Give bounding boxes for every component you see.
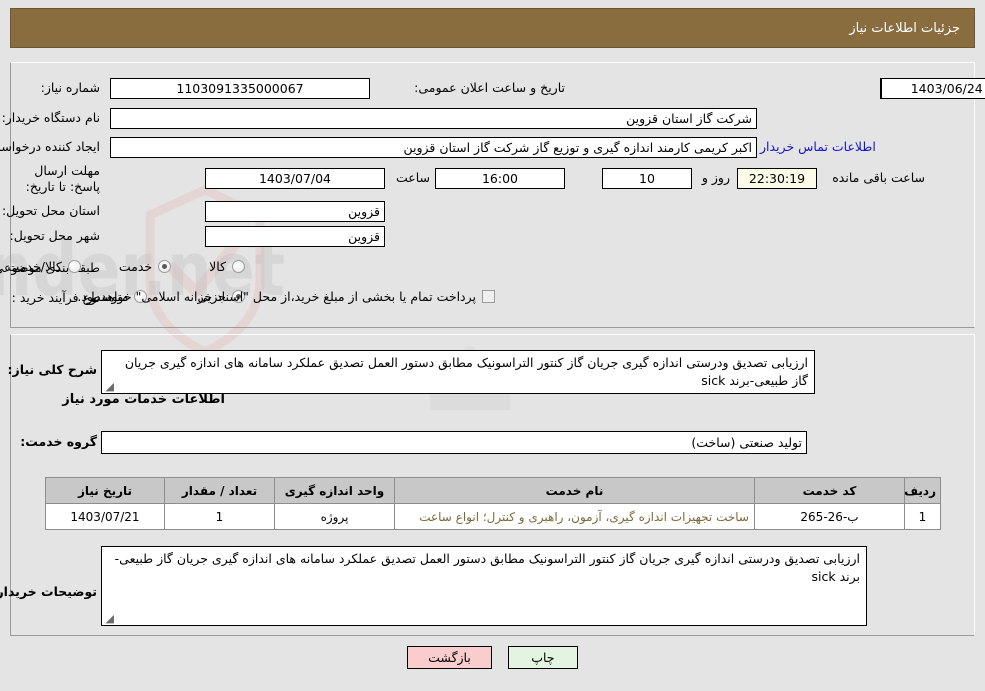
need-summary-value: ارزیابی تصدیق ودرستی اندازه گیری جریان گ…: [124, 355, 808, 388]
th-unit: واحد اندازه گیری: [274, 477, 395, 504]
services-table: ردیف کد خدمت نام خدمت واحد اندازه گیری ت…: [45, 477, 941, 530]
creator-label: ایجاد کننده درخواست:: [0, 139, 100, 154]
th-need-date: تاریخ نیاز: [45, 477, 165, 504]
countdown-field: 22:30:19: [737, 168, 817, 189]
print-button[interactable]: چاپ: [507, 646, 578, 669]
need-summary-label: شرح کلی نیاز:: [7, 362, 97, 377]
buyer-contact-link[interactable]: اطلاعات تماس خریدار: [760, 139, 876, 154]
buyer-notes-text[interactable]: ارزیابی تصدیق ودرستی اندازه گیری جریان گ…: [101, 546, 867, 626]
category-option-label: کالا/خدمت: [7, 259, 62, 274]
need-number-field[interactable]: 1103091335000067: [110, 78, 370, 99]
th-service-code: کد خدمت: [754, 477, 905, 504]
table-row[interactable]: 1 ب-26-265 ساخت تجهیزات اندازه گیری، آزم…: [45, 503, 941, 530]
treasury-bond-label: پرداخت تمام یا بخشی از مبلغ خرید،از محل …: [77, 289, 476, 304]
city-field[interactable]: قزوین: [205, 226, 385, 247]
buyer-notes-label: توضیحات خریدار:: [0, 584, 97, 599]
cell-row-no: 1: [904, 503, 941, 530]
need-summary-text[interactable]: ارزیابی تصدیق ودرستی اندازه گیری جریان گ…: [101, 350, 815, 394]
remaining-days-field[interactable]: 10: [602, 168, 692, 189]
cell-service-code: ب-26-265: [754, 503, 905, 530]
cell-unit: پروژه: [274, 503, 395, 530]
th-service-name: نام خدمت: [394, 477, 755, 504]
deadline-time-field[interactable]: 16:00: [435, 168, 565, 189]
category-option-label: خدمت: [118, 259, 153, 274]
buyer-notes-value: ارزیابی تصدیق ودرستی اندازه گیری جریان گ…: [114, 551, 860, 584]
radio-icon[interactable]: [158, 260, 172, 273]
need-details-page: AriaTender.net جزئیات اطلاعات نیاز شماره…: [0, 0, 985, 691]
creator-field[interactable]: اکبر کریمی کارمند اندازه گیری و توزیع گا…: [110, 137, 757, 158]
checkbox-icon[interactable]: [482, 290, 495, 303]
page-title-bar: جزئیات اطلاعات نیاز: [10, 8, 975, 48]
announce-datetime-label: تاریخ و ساعت اعلان عمومی:: [414, 80, 565, 95]
radio-icon[interactable]: [67, 260, 81, 273]
need-number-label: شماره نیاز:: [40, 80, 100, 95]
page-title: جزئیات اطلاعات نیاز: [849, 20, 960, 36]
announce-datetime-value[interactable]: 16:21 - 1403/06/24: [881, 78, 985, 99]
th-row-no: ردیف: [904, 477, 941, 504]
category-option-kala-khedmat[interactable]: کالا/خدمت: [7, 259, 81, 274]
city-label: شهر محل تحویل:: [9, 228, 100, 243]
days-label: روز و: [701, 170, 730, 185]
service-group-label: گروه خدمت:: [20, 434, 97, 449]
cell-need-date: 1403/07/21: [45, 503, 165, 530]
deadline-label: مهلت ارسال پاسخ: تا تاریخ:: [25, 163, 100, 194]
category-option-khedmat[interactable]: خدمت: [118, 259, 172, 274]
category-option-kala[interactable]: کالا: [209, 259, 245, 274]
province-label: استان محل تحویل:: [1, 203, 100, 218]
treasury-bond-checkbox-group[interactable]: پرداخت تمام یا بخشی از مبلغ خرید،از محل …: [77, 289, 495, 304]
service-group-field[interactable]: تولید صنعتی (ساخت): [101, 431, 807, 454]
th-quantity: تعداد / مقدار: [164, 477, 275, 504]
cell-quantity: 1: [164, 503, 275, 530]
table-header-row: ردیف کد خدمت نام خدمت واحد اندازه گیری ت…: [45, 477, 941, 504]
action-button-bar: بازگشت چاپ: [0, 646, 985, 669]
category-option-label: کالا: [209, 259, 226, 274]
radio-icon[interactable]: [232, 260, 245, 273]
back-button[interactable]: بازگشت: [407, 646, 492, 669]
resize-grip-icon[interactable]: ◢: [104, 381, 114, 392]
buyer-org-field[interactable]: شرکت گاز استان قزوین: [110, 108, 757, 129]
remaining-label: ساعت باقی مانده: [832, 170, 925, 185]
resize-grip-icon[interactable]: ◢: [104, 613, 114, 624]
deadline-date-field[interactable]: 1403/07/04: [205, 168, 385, 189]
hour-label: ساعت: [395, 170, 430, 185]
buyer-org-label: نام دستگاه خریدار:: [1, 110, 100, 125]
services-section-title: اطلاعات خدمات مورد نیاز: [62, 392, 225, 407]
province-field[interactable]: قزوین: [205, 201, 385, 222]
cell-service-name: ساخت تجهیزات اندازه گیری، آزمون، راهبری …: [394, 503, 755, 530]
